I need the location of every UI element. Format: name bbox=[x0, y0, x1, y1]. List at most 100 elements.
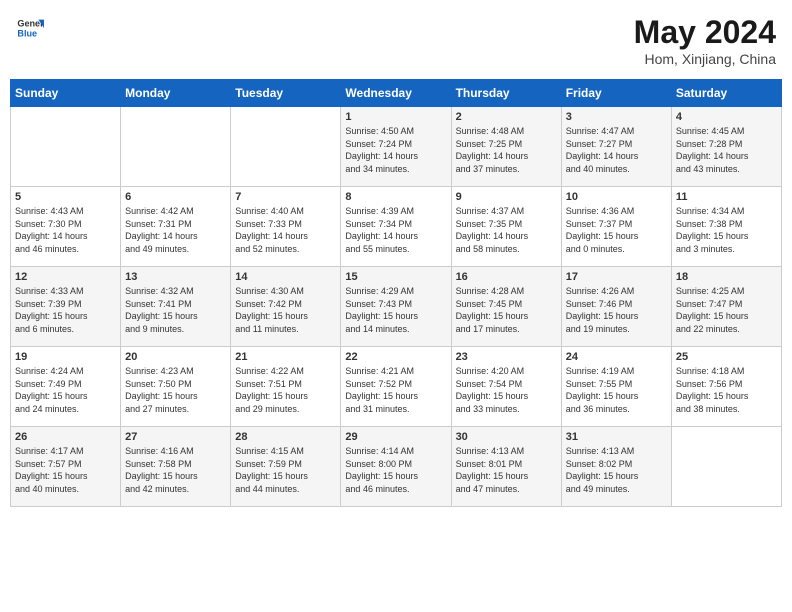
day-number: 10 bbox=[566, 191, 667, 203]
calendar-table: SundayMondayTuesdayWednesdayThursdayFrid… bbox=[10, 79, 782, 507]
day-number: 22 bbox=[345, 351, 446, 363]
day-info: Sunrise: 4:34 AM Sunset: 7:38 PM Dayligh… bbox=[676, 205, 777, 255]
day-info: Sunrise: 4:45 AM Sunset: 7:28 PM Dayligh… bbox=[676, 125, 777, 175]
calendar-cell: 5Sunrise: 4:43 AM Sunset: 7:30 PM Daylig… bbox=[11, 187, 121, 267]
day-of-week-thursday: Thursday bbox=[451, 80, 561, 107]
day-info: Sunrise: 4:23 AM Sunset: 7:50 PM Dayligh… bbox=[125, 365, 226, 415]
week-row-3: 12Sunrise: 4:33 AM Sunset: 7:39 PM Dayli… bbox=[11, 267, 782, 347]
calendar-cell: 14 Sunrise: 4:30 AM Sunset: 7:42 PM Dayli… bbox=[231, 267, 341, 347]
calendar-cell: 8 Sunrise: 4:39 AM Sunset: 7:34 PM Daylig… bbox=[341, 187, 451, 267]
day-number: 11 bbox=[676, 191, 777, 203]
calendar-cell: 6 Sunrise: 4:42 AM Sunset: 7:31 PM Daylig… bbox=[121, 187, 231, 267]
day-info: Sunrise: 4:25 AM Sunset: 7:47 PM Dayligh… bbox=[676, 285, 777, 335]
day-info: Sunrise: 4:40 AM Sunset: 7:33 PM Dayligh… bbox=[235, 205, 336, 255]
day-info: Sunrise: 4:15 AM Sunset: 7:59 PM Dayligh… bbox=[235, 445, 336, 495]
day-number: 25 bbox=[676, 351, 777, 363]
day-info: Sunrise: 4:14 AM Sunset: 8:00 PM Dayligh… bbox=[345, 445, 446, 495]
calendar-cell: 4Sunrise: 4:45 AM Sunset: 7:28 PM Daylig… bbox=[671, 107, 781, 187]
day-info: Sunrise: 4:33 AM Sunset: 7:39 PM Dayligh… bbox=[15, 285, 116, 335]
calendar-cell: 20 Sunrise: 4:23 AM Sunset: 7:50 PM Dayli… bbox=[121, 347, 231, 427]
week-row-5: 26 Sunrise: 4:17 AM Sunset: 7:57 PM Dayli… bbox=[11, 427, 782, 507]
calendar-cell: 7 Sunrise: 4:40 AM Sunset: 7:33 PM Daylig… bbox=[231, 187, 341, 267]
day-number: 27 bbox=[125, 431, 226, 443]
calendar-body: 1Sunrise: 4:50 AM Sunset: 7:24 PM Daylig… bbox=[11, 107, 782, 507]
day-info: Sunrise: 4:20 AM Sunset: 7:54 PM Dayligh… bbox=[456, 365, 557, 415]
day-info: Sunrise: 4:21 AM Sunset: 7:52 PM Dayligh… bbox=[345, 365, 446, 415]
week-row-1: 1Sunrise: 4:50 AM Sunset: 7:24 PM Daylig… bbox=[11, 107, 782, 187]
day-number: 15 bbox=[345, 271, 446, 283]
day-info: Sunrise: 4:30 AM Sunset: 7:42 PM Dayligh… bbox=[235, 285, 336, 335]
calendar-cell bbox=[671, 427, 781, 507]
calendar-cell: 12Sunrise: 4:33 AM Sunset: 7:39 PM Dayli… bbox=[11, 267, 121, 347]
day-info: Sunrise: 4:29 AM Sunset: 7:43 PM Dayligh… bbox=[345, 285, 446, 335]
day-number: 13 bbox=[125, 271, 226, 283]
day-number: 2 bbox=[456, 111, 557, 123]
calendar-cell: 28 Sunrise: 4:15 AM Sunset: 7:59 PM Dayli… bbox=[231, 427, 341, 507]
day-number: 21 bbox=[235, 351, 336, 363]
day-of-week-wednesday: Wednesday bbox=[341, 80, 451, 107]
calendar-cell: 21 Sunrise: 4:22 AM Sunset: 7:51 PM Dayli… bbox=[231, 347, 341, 427]
day-number: 18 bbox=[676, 271, 777, 283]
day-number: 7 bbox=[235, 191, 336, 203]
days-of-week-row: SundayMondayTuesdayWednesdayThursdayFrid… bbox=[11, 80, 782, 107]
day-info: Sunrise: 4:36 AM Sunset: 7:37 PM Dayligh… bbox=[566, 205, 667, 255]
day-info: Sunrise: 4:13 AM Sunset: 8:01 PM Dayligh… bbox=[456, 445, 557, 495]
logo: General Blue bbox=[16, 14, 48, 42]
day-info: Sunrise: 4:19 AM Sunset: 7:55 PM Dayligh… bbox=[566, 365, 667, 415]
day-info: Sunrise: 4:18 AM Sunset: 7:56 PM Dayligh… bbox=[676, 365, 777, 415]
week-row-2: 5Sunrise: 4:43 AM Sunset: 7:30 PM Daylig… bbox=[11, 187, 782, 267]
calendar-cell: 31Sunrise: 4:13 AM Sunset: 8:02 PM Dayli… bbox=[561, 427, 671, 507]
day-info: Sunrise: 4:37 AM Sunset: 7:35 PM Dayligh… bbox=[456, 205, 557, 255]
day-info: Sunrise: 4:42 AM Sunset: 7:31 PM Dayligh… bbox=[125, 205, 226, 255]
day-number: 16 bbox=[456, 271, 557, 283]
calendar-cell: 11 Sunrise: 4:34 AM Sunset: 7:38 PM Dayli… bbox=[671, 187, 781, 267]
calendar-cell: 16 Sunrise: 4:28 AM Sunset: 7:45 PM Dayli… bbox=[451, 267, 561, 347]
calendar-cell: 29 Sunrise: 4:14 AM Sunset: 8:00 PM Dayli… bbox=[341, 427, 451, 507]
day-number: 19 bbox=[15, 351, 116, 363]
day-number: 26 bbox=[15, 431, 116, 443]
calendar-cell: 9 Sunrise: 4:37 AM Sunset: 7:35 PM Daylig… bbox=[451, 187, 561, 267]
day-number: 24 bbox=[566, 351, 667, 363]
calendar-header: SundayMondayTuesdayWednesdayThursdayFrid… bbox=[11, 80, 782, 107]
day-number: 6 bbox=[125, 191, 226, 203]
day-number: 14 bbox=[235, 271, 336, 283]
calendar-cell bbox=[231, 107, 341, 187]
calendar-cell bbox=[11, 107, 121, 187]
day-number: 30 bbox=[456, 431, 557, 443]
day-info: Sunrise: 4:39 AM Sunset: 7:34 PM Dayligh… bbox=[345, 205, 446, 255]
day-number: 28 bbox=[235, 431, 336, 443]
day-info: Sunrise: 4:24 AM Sunset: 7:49 PM Dayligh… bbox=[15, 365, 116, 415]
day-number: 29 bbox=[345, 431, 446, 443]
day-number: 17 bbox=[566, 271, 667, 283]
day-number: 20 bbox=[125, 351, 226, 363]
day-info: Sunrise: 4:22 AM Sunset: 7:51 PM Dayligh… bbox=[235, 365, 336, 415]
day-number: 31 bbox=[566, 431, 667, 443]
day-info: Sunrise: 4:26 AM Sunset: 7:46 PM Dayligh… bbox=[566, 285, 667, 335]
day-of-week-monday: Monday bbox=[121, 80, 231, 107]
day-info: Sunrise: 4:28 AM Sunset: 7:45 PM Dayligh… bbox=[456, 285, 557, 335]
calendar-cell: 13Sunrise: 4:32 AM Sunset: 7:41 PM Dayli… bbox=[121, 267, 231, 347]
day-info: Sunrise: 4:48 AM Sunset: 7:25 PM Dayligh… bbox=[456, 125, 557, 175]
day-info: Sunrise: 4:47 AM Sunset: 7:27 PM Dayligh… bbox=[566, 125, 667, 175]
week-row-4: 19 Sunrise: 4:24 AM Sunset: 7:49 PM Dayli… bbox=[11, 347, 782, 427]
day-info: Sunrise: 4:43 AM Sunset: 7:30 PM Dayligh… bbox=[15, 205, 116, 255]
day-number: 8 bbox=[345, 191, 446, 203]
day-number: 9 bbox=[456, 191, 557, 203]
day-of-week-saturday: Saturday bbox=[671, 80, 781, 107]
calendar-cell: 26 Sunrise: 4:17 AM Sunset: 7:57 PM Dayli… bbox=[11, 427, 121, 507]
calendar-cell: 17 Sunrise: 4:26 AM Sunset: 7:46 PM Dayli… bbox=[561, 267, 671, 347]
day-info: Sunrise: 4:16 AM Sunset: 7:58 PM Dayligh… bbox=[125, 445, 226, 495]
calendar-cell: 15 Sunrise: 4:29 AM Sunset: 7:43 PM Dayli… bbox=[341, 267, 451, 347]
day-of-week-friday: Friday bbox=[561, 80, 671, 107]
day-number: 23 bbox=[456, 351, 557, 363]
calendar-cell: 2 Sunrise: 4:48 AM Sunset: 7:25 PM Daylig… bbox=[451, 107, 561, 187]
calendar-cell bbox=[121, 107, 231, 187]
page-header: General Blue May 2024 Hom, Xinjiang, Chi… bbox=[10, 10, 782, 71]
title-block: May 2024 Hom, Xinjiang, China bbox=[634, 14, 776, 67]
calendar-cell: 1Sunrise: 4:50 AM Sunset: 7:24 PM Daylig… bbox=[341, 107, 451, 187]
calendar-cell: 25 Sunrise: 4:18 AM Sunset: 7:56 PM Dayli… bbox=[671, 347, 781, 427]
location: Hom, Xinjiang, China bbox=[634, 51, 776, 67]
calendar-cell: 19 Sunrise: 4:24 AM Sunset: 7:49 PM Dayli… bbox=[11, 347, 121, 427]
day-info: Sunrise: 4:17 AM Sunset: 7:57 PM Dayligh… bbox=[15, 445, 116, 495]
day-number: 1 bbox=[345, 111, 446, 123]
